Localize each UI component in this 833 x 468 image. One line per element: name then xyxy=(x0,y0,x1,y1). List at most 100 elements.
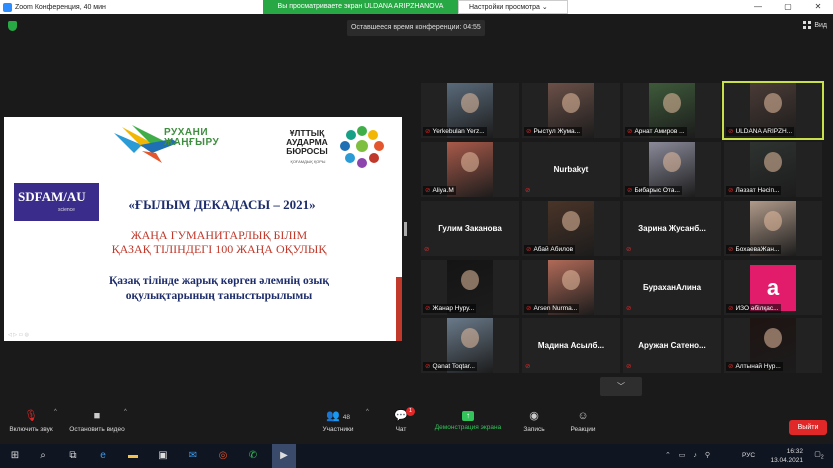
participant-face xyxy=(764,93,782,113)
muted-mic-icon: ⊘ xyxy=(626,363,632,370)
participant-tile[interactable]: Мадина Асылб... ⊘ xyxy=(522,318,620,373)
participant-tile[interactable]: БураханАлина ⊘ xyxy=(623,260,721,315)
chat-button[interactable]: 💬 1 Чат xyxy=(388,407,415,433)
minimize-button[interactable]: — xyxy=(743,0,773,14)
notifications-icon[interactable]: ▢2 xyxy=(813,450,825,462)
maximize-button[interactable]: ▢ xyxy=(773,0,803,14)
muted-mic-icon: ⊘ xyxy=(525,187,531,194)
org-subtitle: ҚОҒАМДЫҚ ҚОРЫ xyxy=(290,159,326,164)
view-button[interactable]: Вид xyxy=(803,21,827,29)
clock-date: 13.04.2021 xyxy=(770,457,803,464)
participant-face xyxy=(663,93,681,113)
panel-splitter-handle[interactable] xyxy=(404,222,407,236)
video-camera-icon: ■ xyxy=(93,410,101,422)
participant-tile[interactable]: ⊘ Arsen Nurma... xyxy=(522,260,620,315)
participant-face xyxy=(461,152,479,172)
whatsapp-icon[interactable]: ✆ xyxy=(246,449,260,463)
participant-face xyxy=(663,152,681,172)
meeting-toolbar: 🎙 Включить звук ^ ■ Остановить видео ^ 👥… xyxy=(0,406,833,444)
gallery-next-page-button[interactable]: ﹀ xyxy=(600,377,642,396)
participant-tile[interactable]: ⊘ Aliya.M xyxy=(421,142,519,197)
task-view-icon[interactable]: ⧉ xyxy=(66,449,80,463)
participant-name: ⊘ Yerkebulan Yerz... xyxy=(423,127,487,136)
chrome-icon[interactable]: ◎ xyxy=(216,449,230,463)
muted-mic-icon: ⊘ xyxy=(626,305,632,312)
participant-tile[interactable]: ⊘ ULDANA ARIPZH... xyxy=(722,81,824,140)
participant-name: ⊘ ИЗО әбілқас... xyxy=(726,304,781,313)
security-shield-icon[interactable] xyxy=(8,21,17,31)
participant-tile[interactable]: ⊘ Арнат Амиров ... xyxy=(623,83,721,138)
participant-face xyxy=(461,328,479,348)
participant-face xyxy=(461,270,479,290)
muted-mic-icon: ⊘ xyxy=(626,246,632,253)
video-options-caret-icon[interactable]: ^ xyxy=(124,409,127,415)
viewing-banner: Вы просматриваете экран ULDANA ARIPZHANO… xyxy=(263,0,568,14)
unmute-button[interactable]: 🎙 Включить звук ^ xyxy=(4,409,58,433)
close-button[interactable]: ✕ xyxy=(803,0,833,14)
stop-video-label: Остановить видео xyxy=(69,426,125,433)
input-language[interactable]: РУС xyxy=(742,452,755,459)
edge-browser-icon[interactable]: e xyxy=(96,449,110,463)
record-button[interactable]: ◉ Запись xyxy=(519,409,549,433)
participant-name-text: Рыстул Жума... xyxy=(533,128,581,135)
participant-face xyxy=(562,270,580,290)
participant-name: ⊘ Жанар Нуру... xyxy=(423,304,477,313)
participant-tile[interactable]: a ⊘ ИЗО әбілқас... xyxy=(724,260,822,315)
participant-tile[interactable]: Nurbakyt ⊘ xyxy=(522,142,620,197)
audio-options-caret-icon[interactable]: ^ xyxy=(54,409,57,415)
participant-name: ⊘ Абай Абилов xyxy=(524,245,576,254)
clock[interactable]: 16:32 13.04.2021 xyxy=(770,447,803,465)
participant-tile[interactable]: ⊘ Yerkebulan Yerz... xyxy=(421,83,519,138)
file-explorer-icon[interactable]: ▬ xyxy=(126,449,140,463)
participant-tile[interactable]: ⊘ Жанар Нуру... xyxy=(421,260,519,315)
participant-tile[interactable]: ⊘ Бибарыс Ота... xyxy=(623,142,721,197)
muted-mic-icon: 🎙 xyxy=(24,410,38,422)
reactions-button[interactable]: ☺ Реакции xyxy=(566,409,600,433)
participants-caret-icon[interactable]: ^ xyxy=(366,409,369,415)
red-line-1: ЖАҢА ГУМАНИТАРЛЫҚ БІЛІМ xyxy=(130,228,308,242)
participant-name-text: Qanat Toqtar... xyxy=(432,363,475,370)
blue-line-1: Қазақ тілінде жарық көрген әлемнің озық xyxy=(108,275,330,287)
participant-center: Nurbakyt xyxy=(522,142,620,197)
mail-icon[interactable]: ✉ xyxy=(186,449,200,463)
windows-start-icon[interactable]: ⊞ xyxy=(8,449,22,463)
participants-button[interactable]: 👥 48 Участники ^ xyxy=(318,409,368,433)
participant-name: ⊘ БохаеваЖан... xyxy=(726,245,782,254)
participant-name: ⊘ Алтынай Нур... xyxy=(726,362,783,371)
participant-center: Мадина Асылб... xyxy=(522,318,620,373)
muted-mic-icon: ⊘ xyxy=(728,246,734,253)
participant-name: ⊘ Бибарыс Ота... xyxy=(625,186,682,195)
translation-bureau-globe-icon xyxy=(340,126,384,168)
participant-tile[interactable]: Аружан Сатено... ⊘ xyxy=(623,318,721,373)
share-screen-button[interactable]: ↑ Демонстрация экрана xyxy=(428,409,508,431)
search-icon[interactable]: ⌕ xyxy=(36,449,50,463)
zoom-taskbar-icon[interactable]: ▶ xyxy=(272,444,296,468)
leave-meeting-button[interactable]: Выйти xyxy=(789,420,827,435)
participant-tile[interactable]: ⊘ Ләззат Нәсіп... xyxy=(724,142,822,197)
grid-view-icon xyxy=(803,21,812,29)
participant-name-text: Бибарыс Ота... xyxy=(634,187,680,194)
rukhani-logo-text: РУХАНИ ЖАҢҒЫРУ xyxy=(164,128,254,148)
share-screen-icon: ↑ xyxy=(462,411,474,421)
reactions-icon: ☺ xyxy=(577,410,589,422)
participant-tile[interactable]: ⊘ БохаеваЖан... xyxy=(724,201,822,256)
slide-subtitle: Қазақ тілінде жарық көрген әлемнің озық … xyxy=(54,274,384,304)
view-options-button[interactable]: Настройки просмотра ⌄ xyxy=(458,0,568,14)
participant-tile[interactable]: ⊘ Алтынай Нур... xyxy=(724,318,822,373)
participant-name-text: ИЗО әбілқас... xyxy=(735,305,779,312)
participant-tile[interactable]: Зарина Жусанб... ⊘ xyxy=(623,201,721,256)
participant-tile[interactable]: ⊘ Рыстул Жума... xyxy=(522,83,620,138)
store-icon[interactable]: ▣ xyxy=(156,449,170,463)
slide-nav-icons: ◁ ▷ ▭ ◎ xyxy=(8,332,29,338)
participant-name-text: Мадина Асылб... xyxy=(537,341,605,350)
system-tray-icons[interactable]: ⌃ ▭ ♪ ⚲ xyxy=(665,451,713,459)
participant-face xyxy=(764,152,782,172)
participant-center: Зарина Жусанб... xyxy=(623,201,721,256)
sdf-logo: SDFAM/AU science xyxy=(14,183,99,221)
participant-name-text: Arsen Nurma... xyxy=(533,305,578,312)
participant-tile[interactable]: Гулим Заканова ⊘ xyxy=(421,201,519,256)
participant-center: Аружан Сатено... xyxy=(623,318,721,373)
participant-tile[interactable]: ⊘ Абай Абилов xyxy=(522,201,620,256)
participant-tile[interactable]: ⊘ Qanat Toqtar... xyxy=(421,318,519,373)
stop-video-button[interactable]: ■ Остановить видео ^ xyxy=(64,409,130,433)
